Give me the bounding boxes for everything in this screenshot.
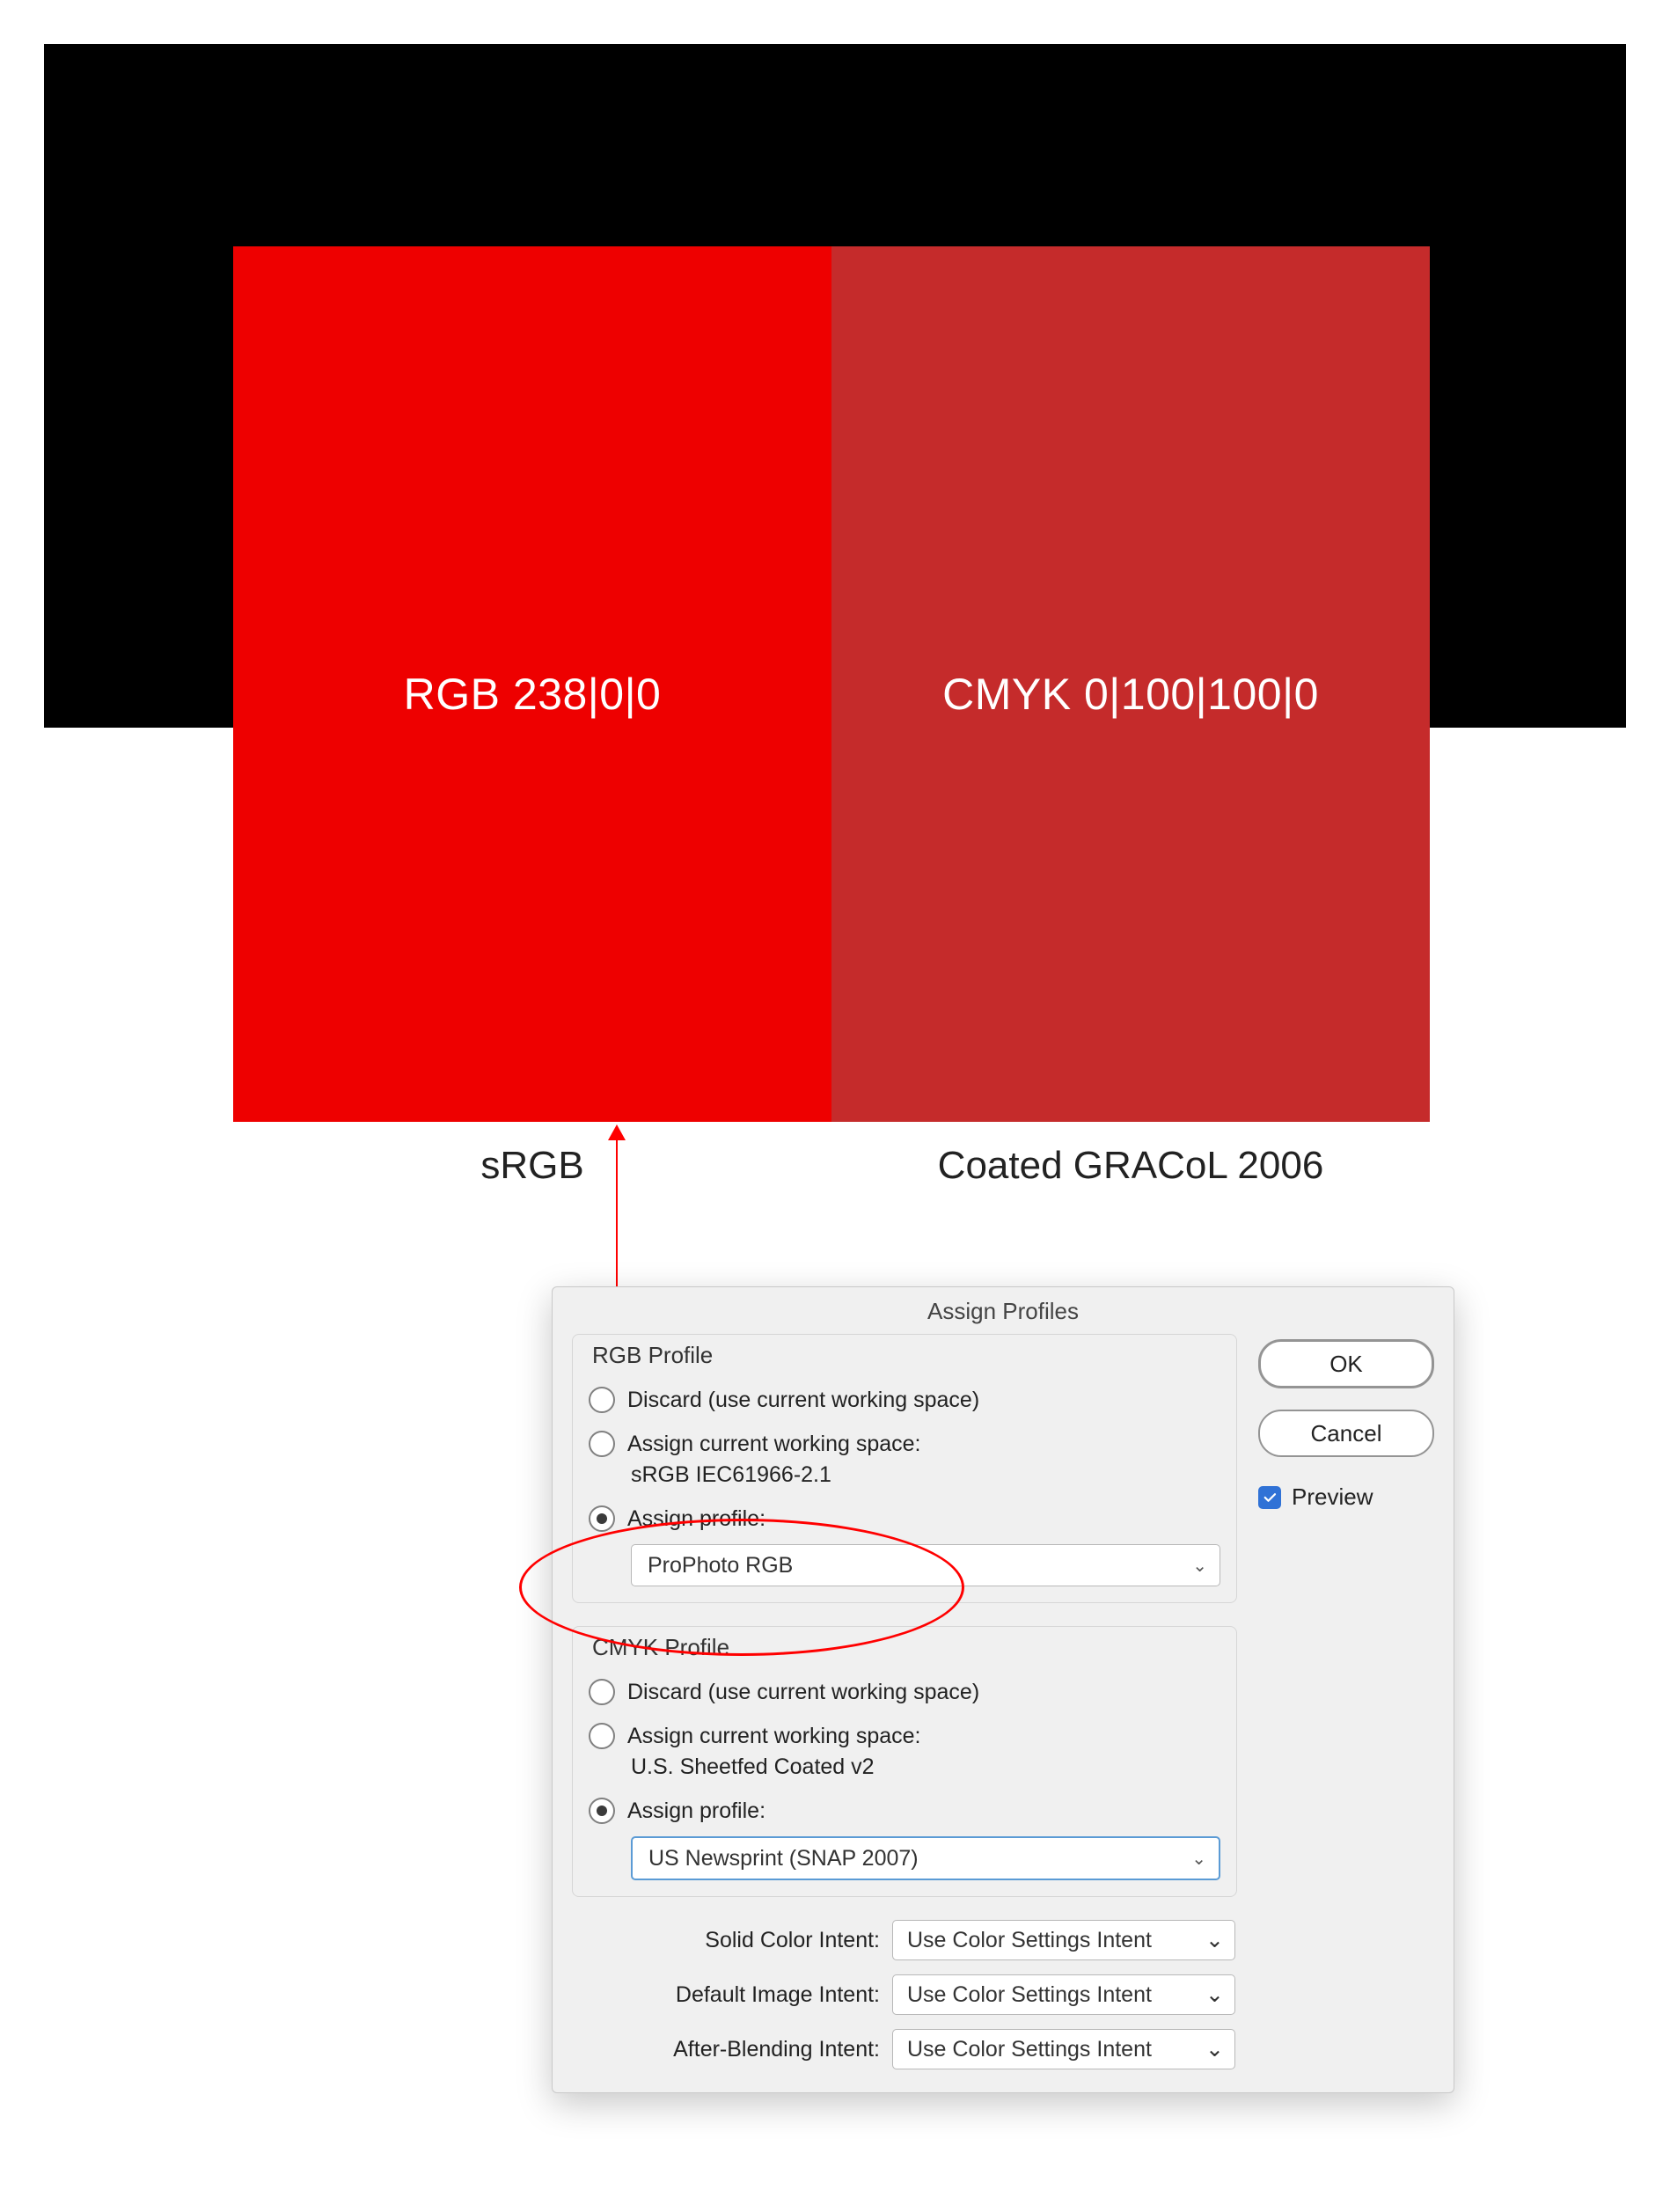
- ok-button[interactable]: OK: [1258, 1339, 1434, 1388]
- solid-intent-value: Use Color Settings Intent: [907, 1928, 1152, 1953]
- caption-row: sRGB Coated GRACoL 2006: [233, 1144, 1430, 1188]
- radio-icon: [589, 1387, 615, 1413]
- rgb-current-working-space: sRGB IEC61966-2.1: [589, 1462, 1220, 1488]
- rgb-swatch: RGB 238|0|0: [233, 246, 831, 1122]
- chevron-down-icon: ⌄: [1205, 2036, 1224, 2062]
- radio-selected-icon: [589, 1505, 615, 1532]
- cmyk-swatch: CMYK 0|100|100|0: [831, 246, 1430, 1122]
- annotation-arrow-line: [616, 1135, 618, 1293]
- ok-button-label: OK: [1329, 1351, 1363, 1378]
- cmyk-profile-group: CMYK Profile Discard (use current workin…: [572, 1626, 1237, 1897]
- rgb-discard-label: Discard (use current working space): [627, 1388, 979, 1413]
- cmyk-assign-profile-label: Assign profile:: [627, 1798, 765, 1824]
- rgb-discard-radio[interactable]: Discard (use current working space): [589, 1378, 1220, 1422]
- cmyk-profile-value: US Newsprint (SNAP 2007): [648, 1846, 919, 1871]
- radio-icon: [589, 1679, 615, 1705]
- annotation-arrow-head-icon: [608, 1124, 626, 1140]
- caption-gracol: Coated GRACoL 2006: [831, 1144, 1430, 1188]
- preview-checkbox[interactable]: Preview: [1258, 1483, 1434, 1511]
- blend-intent-select[interactable]: Use Color Settings Intent ⌄: [892, 2029, 1235, 2069]
- chevron-down-icon: ⌄: [1191, 1848, 1206, 1870]
- rgb-profile-title: RGB Profile: [589, 1342, 716, 1369]
- blend-intent-label: After-Blending Intent:: [616, 2037, 880, 2062]
- cmyk-profile-title: CMYK Profile: [589, 1634, 733, 1661]
- blend-intent-value: Use Color Settings Intent: [907, 2037, 1152, 2062]
- rgb-profile-group: RGB Profile Discard (use current working…: [572, 1334, 1237, 1603]
- rgb-swatch-label: RGB 238|0|0: [404, 669, 662, 720]
- rgb-profile-value: ProPhoto RGB: [648, 1553, 793, 1578]
- assign-profiles-dialog: Assign Profiles RGB Profile Discard (use…: [552, 1286, 1454, 2093]
- solid-intent-select[interactable]: Use Color Settings Intent ⌄: [892, 1920, 1235, 1960]
- radio-icon: [589, 1431, 615, 1457]
- chevron-down-icon: ⌄: [1192, 1555, 1207, 1577]
- color-swatches: RGB 238|0|0 CMYK 0|100|100|0: [233, 246, 1430, 1122]
- chevron-down-icon: ⌄: [1205, 1927, 1224, 1953]
- image-intent-select[interactable]: Use Color Settings Intent ⌄: [892, 1974, 1235, 2015]
- rgb-assign-current-label: Assign current working space:: [627, 1432, 920, 1457]
- dialog-title: Assign Profiles: [553, 1287, 1454, 1334]
- rgb-assign-current-radio[interactable]: Assign current working space:: [589, 1422, 1220, 1466]
- cmyk-current-working-space: U.S. Sheetfed Coated v2: [589, 1754, 1220, 1780]
- intent-settings: Solid Color Intent: Use Color Settings I…: [572, 1920, 1237, 2069]
- rgb-profile-select[interactable]: ProPhoto RGB ⌄: [631, 1544, 1220, 1586]
- rgb-assign-profile-radio[interactable]: Assign profile:: [589, 1497, 1220, 1541]
- chevron-down-icon: ⌄: [1205, 1981, 1224, 2008]
- cmyk-discard-radio[interactable]: Discard (use current working space): [589, 1670, 1220, 1714]
- cmyk-swatch-label: CMYK 0|100|100|0: [942, 669, 1319, 720]
- cmyk-assign-current-radio[interactable]: Assign current working space:: [589, 1714, 1220, 1758]
- cmyk-assign-profile-radio[interactable]: Assign profile:: [589, 1789, 1220, 1833]
- cmyk-assign-current-label: Assign current working space:: [627, 1724, 920, 1749]
- caption-srgb: sRGB: [233, 1144, 831, 1188]
- solid-intent-label: Solid Color Intent:: [616, 1928, 880, 1953]
- preview-label: Preview: [1292, 1483, 1373, 1511]
- image-intent-label: Default Image Intent:: [616, 1982, 880, 2008]
- rgb-assign-profile-label: Assign profile:: [627, 1506, 765, 1532]
- cmyk-discard-label: Discard (use current working space): [627, 1680, 979, 1705]
- radio-icon: [589, 1723, 615, 1749]
- image-intent-value: Use Color Settings Intent: [907, 1982, 1152, 2008]
- cancel-button[interactable]: Cancel: [1258, 1410, 1434, 1457]
- cmyk-profile-select[interactable]: US Newsprint (SNAP 2007) ⌄: [631, 1836, 1220, 1880]
- checkbox-checked-icon: [1258, 1486, 1281, 1509]
- radio-selected-icon: [589, 1798, 615, 1824]
- cancel-button-label: Cancel: [1311, 1420, 1382, 1447]
